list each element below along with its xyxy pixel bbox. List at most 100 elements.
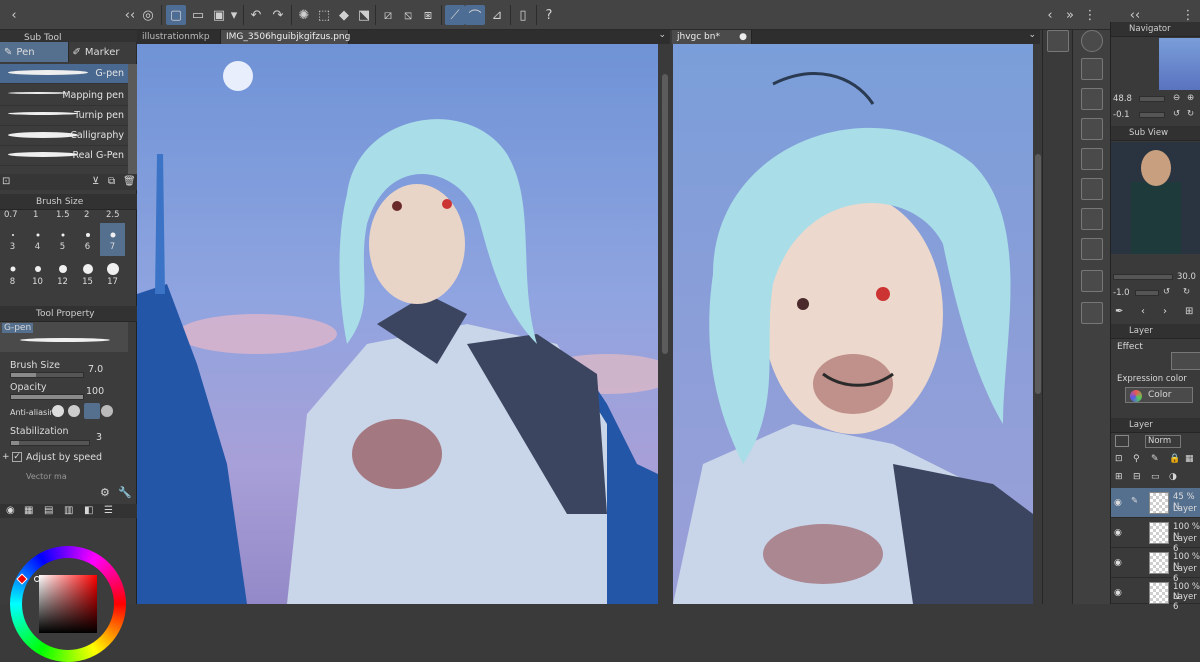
- previous-icon[interactable]: ‹: [1141, 306, 1145, 317]
- snap-special-ruler-icon[interactable]: ⌒: [465, 5, 485, 25]
- close-panel-icon[interactable]: [1081, 118, 1103, 140]
- brush-item-g-pen[interactable]: G-pen: [0, 64, 128, 84]
- navigator-zoom-value[interactable]: 48.8: [1113, 94, 1132, 104]
- brush-size-slider[interactable]: [10, 372, 84, 378]
- zoom-icon[interactable]: [1081, 30, 1103, 52]
- size-cell-12[interactable]: 12: [50, 258, 75, 291]
- invert-selection-icon[interactable]: ⧅: [398, 5, 418, 25]
- tab-jhvgc-bn[interactable]: jhvgc bn* ●: [672, 30, 752, 44]
- saturation-value-square[interactable]: [39, 575, 97, 633]
- close-icon[interactable]: ●: [739, 30, 747, 44]
- lock-icon[interactable]: 🔒: [1169, 454, 1180, 464]
- timeline-icon[interactable]: [1081, 238, 1103, 260]
- eyedropper-icon[interactable]: ✒: [1115, 306, 1123, 317]
- size-value[interactable]: 2: [84, 210, 89, 220]
- brush-item-turnip-pen[interactable]: Turnip pen: [0, 106, 128, 126]
- size-value[interactable]: 1.5: [56, 210, 70, 220]
- rotate-left-icon[interactable]: ↺: [1173, 109, 1180, 119]
- eye-icon[interactable]: ◉: [1114, 588, 1126, 598]
- expand-icon[interactable]: +: [2, 452, 10, 462]
- wrench-icon[interactable]: 🔧: [118, 486, 132, 499]
- tab-list-dropdown-icon[interactable]: ⌄: [1028, 30, 1036, 40]
- new-canvas-icon[interactable]: ▢: [166, 5, 186, 25]
- size-cell-8[interactable]: 8: [0, 258, 25, 291]
- subview-image[interactable]: [1111, 142, 1200, 254]
- navigator-angle-value[interactable]: -0.1: [1113, 110, 1130, 120]
- reference-icon[interactable]: ⚲: [1133, 454, 1140, 464]
- clear-icon[interactable]: ✺: [294, 5, 314, 25]
- canvas1-scrollbar[interactable]: [660, 44, 670, 604]
- size-value[interactable]: 1: [33, 210, 38, 220]
- snap-ruler-icon[interactable]: ⟋: [445, 5, 465, 25]
- stabilization-slider[interactable]: [10, 440, 90, 446]
- color-wheel[interactable]: [10, 546, 126, 662]
- collapse-icon[interactable]: ‹‹: [120, 5, 140, 25]
- color-set-tab-icon[interactable]: ▦: [24, 505, 33, 516]
- clip-icon[interactable]: ⊡: [1115, 454, 1123, 464]
- material-icon[interactable]: [1047, 30, 1069, 52]
- antialias-weak-icon[interactable]: [68, 405, 80, 417]
- size-cell-3[interactable]: 3: [0, 223, 25, 256]
- brush-item-mapping-pen[interactable]: Mapping pen: [0, 86, 128, 106]
- navigator-zoom-slider[interactable]: [1139, 96, 1165, 102]
- history-icon[interactable]: [1081, 302, 1103, 324]
- tab-img-3506[interactable]: IMG_3506hguibjkgifzus.png×: [221, 30, 350, 56]
- rotate-right-icon[interactable]: ↻: [1183, 287, 1190, 297]
- lock-alpha-icon[interactable]: ▦: [1185, 454, 1194, 464]
- color-slider-tab-icon[interactable]: ☰: [104, 505, 113, 516]
- deselect-icon[interactable]: ⧄: [378, 5, 398, 25]
- tab-illustrationmkp[interactable]: illustrationmkp: [137, 30, 221, 44]
- layer-row[interactable]: ◉ ✎ 45 % N Layer: [1111, 488, 1200, 518]
- app-logo-icon[interactable]: ◎: [138, 5, 158, 25]
- help-icon[interactable]: ?: [539, 5, 559, 25]
- brush-size-property[interactable]: Brush Size 7.0: [0, 358, 128, 380]
- companion-mode-icon[interactable]: ▯: [513, 5, 533, 25]
- size-cell-10[interactable]: 10: [25, 258, 50, 291]
- size-cell-7[interactable]: 7: [100, 223, 125, 256]
- show-selection-icon[interactable]: ⧆: [418, 5, 438, 25]
- import-icon[interactable]: ⊞: [1185, 306, 1193, 317]
- new-folder-icon[interactable]: ▭: [1151, 472, 1160, 482]
- blend-mode-dropdown[interactable]: Norm: [1145, 435, 1181, 448]
- approx-color-tab-icon[interactable]: ▥: [64, 505, 73, 516]
- tab-pen[interactable]: ✎ Pen: [0, 42, 69, 62]
- duplicate-subtool-icon[interactable]: ⧉: [108, 176, 115, 187]
- open-folder-icon[interactable]: ▭: [188, 5, 208, 25]
- next-icon[interactable]: ›: [1163, 306, 1167, 317]
- save-dropdown-icon[interactable]: ▾: [228, 5, 240, 25]
- layer-row[interactable]: ◉ 100 % N Layer 6: [1111, 578, 1200, 612]
- canvas-main-illustration[interactable]: [137, 44, 658, 604]
- subview-angle-value[interactable]: -1.0: [1113, 288, 1130, 298]
- size-cell-17[interactable]: 17: [100, 258, 125, 291]
- antialias-none-icon[interactable]: [52, 405, 64, 417]
- tab-marker[interactable]: ✐ Marker: [68, 42, 137, 62]
- layer-search-icon[interactable]: [1081, 148, 1103, 170]
- transform-icon[interactable]: ⬔: [354, 5, 374, 25]
- panel-menu-icon[interactable]: ⋮: [1080, 5, 1100, 25]
- subview-zoom-value[interactable]: 30.0: [1177, 272, 1196, 282]
- eye-icon[interactable]: ◉: [1114, 498, 1126, 508]
- expression-dropdown[interactable]: Color: [1125, 387, 1193, 403]
- new-raster-layer-icon[interactable]: ⊞: [1115, 472, 1123, 482]
- size-value[interactable]: 2.5: [106, 210, 120, 220]
- animation-icon[interactable]: [1081, 178, 1103, 200]
- subtool-settings-icon[interactable]: ⊡: [2, 176, 10, 187]
- size-cell-6[interactable]: 6: [75, 223, 100, 256]
- new-vector-layer-icon[interactable]: ⊟: [1133, 472, 1141, 482]
- zoom-out-icon[interactable]: ⊖: [1173, 93, 1180, 103]
- collapse-left-icon[interactable]: ‹: [1040, 5, 1060, 25]
- expand-icon[interactable]: »: [1060, 5, 1080, 25]
- layer-color-icon[interactable]: [1115, 435, 1129, 447]
- size-cell-15[interactable]: 15: [75, 258, 100, 291]
- panel-grid-icon[interactable]: [1081, 58, 1103, 80]
- layer-row[interactable]: ◉ 100 % N Layer 6: [1111, 548, 1200, 584]
- draft-icon[interactable]: ✎: [1151, 454, 1159, 464]
- color-wheel-tab-icon[interactable]: ◉: [6, 505, 15, 516]
- zoom-in-icon[interactable]: ⊕: [1187, 93, 1194, 103]
- antialias-strong-icon[interactable]: [101, 405, 113, 417]
- adjust-checkbox[interactable]: ✓: [12, 452, 22, 462]
- adjust-by-speed-row[interactable]: + ✓ Adjust by speed: [0, 450, 128, 472]
- brush-item-real-g-pen[interactable]: Real G-Pen: [0, 146, 128, 166]
- opacity-property[interactable]: Opacity 100: [0, 380, 128, 402]
- size-cell-4[interactable]: 4: [25, 223, 50, 256]
